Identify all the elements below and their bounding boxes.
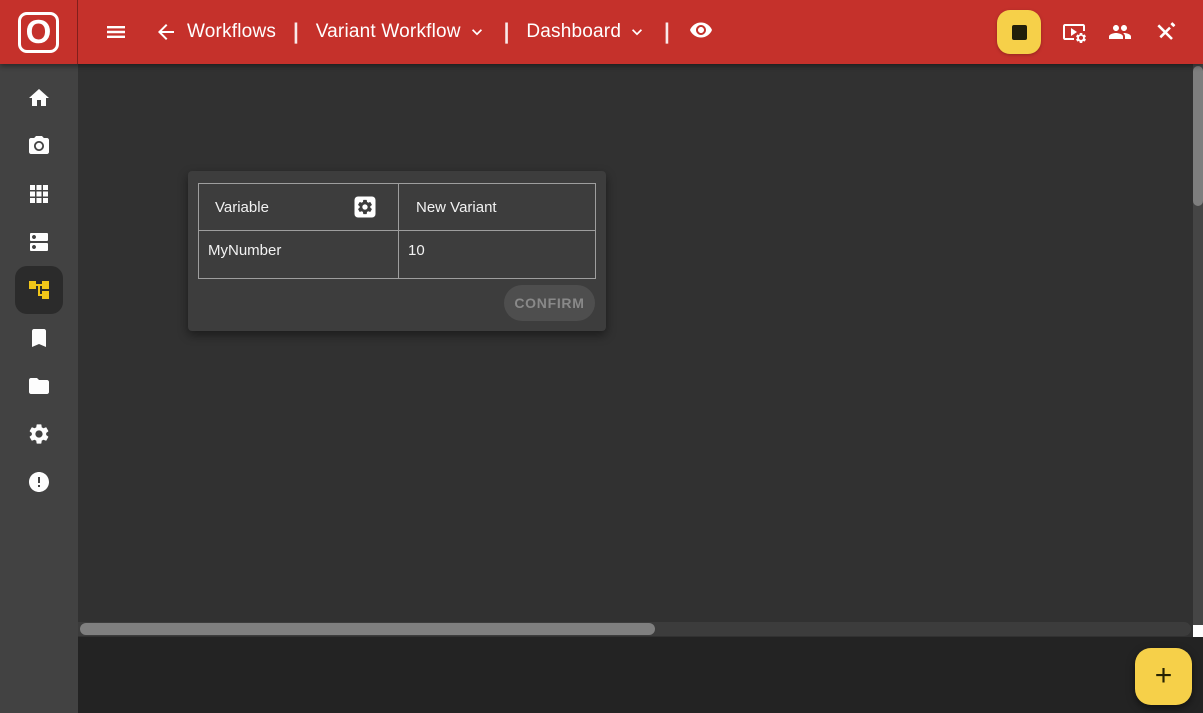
logo-frame: O (18, 12, 59, 53)
bookmark-icon (27, 326, 51, 350)
variable-value-cell[interactable]: 10 (399, 231, 596, 279)
logo-letter: O (26, 15, 52, 48)
hamburger-menu-icon[interactable] (104, 20, 128, 44)
top-app-bar: O Workflows | Variant Workflow | Dashboa… (0, 0, 1203, 64)
dashboard-canvas: Variable New Variant MyNumber 10 CONFI (78, 64, 1203, 713)
chevron-down-icon (627, 22, 647, 42)
app-logo[interactable]: O (0, 0, 78, 64)
scrollbar-corner (1193, 625, 1203, 637)
plus-icon: + (1155, 661, 1173, 691)
header-cell-variable: Variable (199, 184, 399, 231)
apps-grid-icon (27, 182, 51, 206)
sidebar-item-workflows[interactable] (15, 266, 63, 314)
sidebar-item-alerts[interactable] (15, 458, 63, 506)
horizontal-scrollbar-track[interactable] (78, 622, 1191, 636)
variable-header-label: Variable (215, 199, 269, 216)
video-settings-icon[interactable] (1062, 20, 1086, 44)
stop-button[interactable] (997, 10, 1041, 54)
sidebar-item-bookmarks[interactable] (15, 314, 63, 362)
topbar-actions (997, 10, 1203, 54)
separator: | (504, 19, 510, 44)
preview-button[interactable] (689, 18, 713, 47)
header-cell-new-variant: New Variant (399, 184, 596, 231)
left-icon-sidebar (0, 64, 78, 713)
eye-icon (689, 18, 713, 42)
stop-icon (1012, 25, 1027, 40)
workflow-tree-icon (27, 278, 51, 302)
workflows-breadcrumb[interactable]: Workflows (187, 21, 276, 43)
settings-applications-icon[interactable] (353, 195, 377, 219)
folder-icon (27, 374, 51, 398)
dashboard-selector-dropdown[interactable]: Dashboard (526, 21, 647, 43)
sidebar-item-home[interactable] (15, 74, 63, 122)
new-variant-card: Variable New Variant MyNumber 10 CONFI (188, 171, 606, 331)
dashboard-selector-value: Dashboard (526, 21, 621, 43)
table-row: MyNumber 10 (199, 231, 596, 279)
workflow-selector-value: Variant Workflow (316, 21, 461, 43)
chevron-down-icon (467, 22, 487, 42)
error-icon (27, 470, 51, 494)
separator: | (664, 19, 670, 44)
variant-table: Variable New Variant MyNumber 10 (198, 183, 596, 279)
settings-icon (27, 422, 51, 446)
camera-icon (27, 134, 51, 158)
people-icon[interactable] (1107, 20, 1133, 44)
vertical-scrollbar-track[interactable] (1193, 64, 1203, 625)
home-icon (27, 86, 51, 110)
horizontal-scrollbar-thumb[interactable] (80, 623, 655, 635)
confirm-button[interactable]: CONFIRM (504, 285, 595, 321)
sidebar-item-dns[interactable] (15, 218, 63, 266)
sidebar-item-apps[interactable] (15, 170, 63, 218)
table-header-row: Variable New Variant (199, 184, 596, 231)
sidebar-item-settings[interactable] (15, 410, 63, 458)
add-fab-button[interactable]: + (1135, 648, 1192, 705)
separator: | (293, 19, 299, 44)
variable-name-cell[interactable]: MyNumber (199, 231, 399, 279)
vertical-scrollbar-thumb[interactable] (1193, 66, 1203, 206)
arrow-back-icon[interactable] (154, 20, 178, 44)
sidebar-item-files[interactable] (15, 362, 63, 410)
dns-list-icon (27, 230, 51, 254)
edit-off-icon[interactable] (1154, 20, 1178, 44)
bottom-panel (78, 637, 1203, 713)
sidebar-item-camera[interactable] (15, 122, 63, 170)
workflow-selector-dropdown[interactable]: Variant Workflow (316, 21, 487, 43)
